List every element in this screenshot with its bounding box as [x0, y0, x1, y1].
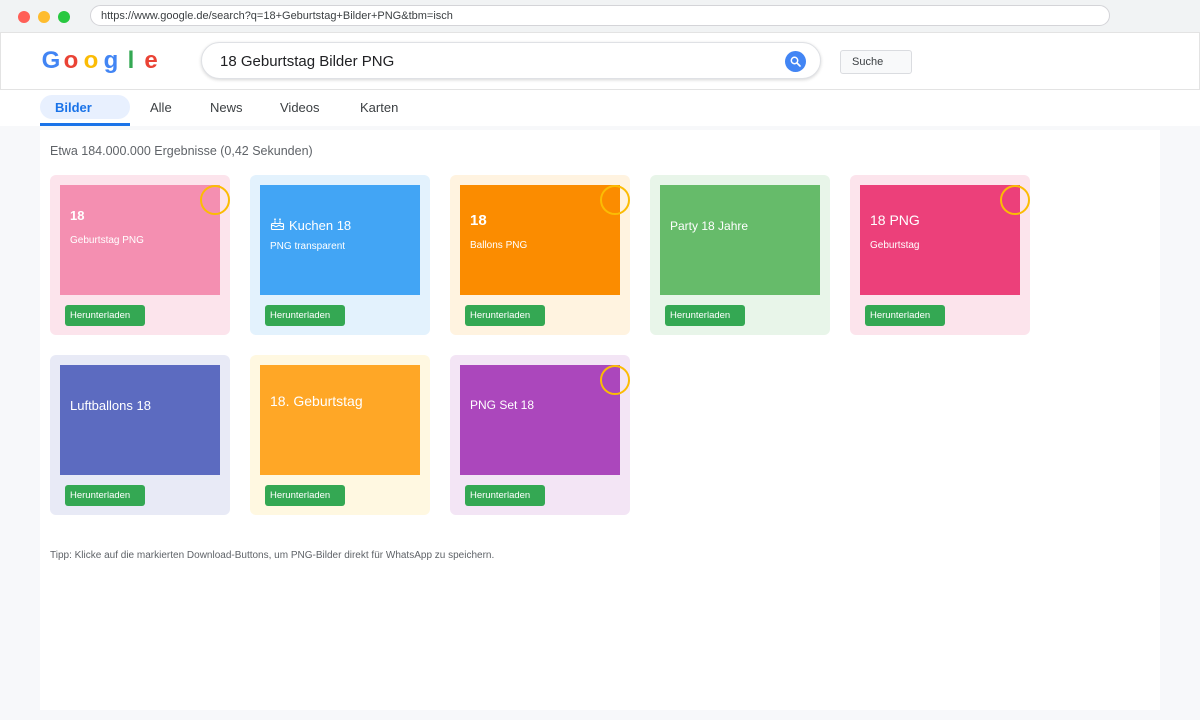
thumbnail-title: Luftballons 18	[70, 398, 151, 413]
logo-letter: G	[41, 47, 61, 74]
result-thumbnail[interactable]: Party 18 Jahre	[660, 185, 820, 295]
thumbnail-subtitle: Geburtstag	[870, 240, 920, 251]
thumbnail-subtitle: Ballons PNG	[470, 240, 528, 251]
download-button[interactable]: Herunterladen	[865, 305, 945, 326]
suche-button[interactable]: Suche	[840, 50, 912, 74]
image-result-card: Kuchen 18 PNG transparent Herunterladen	[250, 175, 430, 335]
thumbnail-title: 18. Geburtstag	[270, 393, 363, 409]
tab-alle[interactable]: Alle	[150, 100, 172, 115]
google-logo[interactable]: Google	[41, 47, 161, 75]
result-stats: Etwa 184.000.000 Ergebnisse (0,42 Sekund…	[50, 144, 313, 158]
image-result-card: 18 Ballons PNG Herunterladen	[450, 175, 630, 335]
download-button[interactable]: Herunterladen	[265, 305, 345, 326]
thumbnail-title: Kuchen 18	[270, 217, 351, 234]
address-bar[interactable]: https://www.google.de/search?q=18+Geburt…	[90, 5, 1110, 26]
image-result-card: 18 Geburtstag PNG Herunterladen	[50, 175, 230, 335]
logo-letter: e	[144, 47, 158, 74]
logo-letter: g	[103, 47, 119, 74]
thumbnail-subtitle: Geburtstag PNG	[70, 235, 144, 246]
maximize-window-button[interactable]	[58, 11, 70, 23]
tip-text: Tipp: Klicke auf die markierten Download…	[50, 550, 495, 561]
thumbnail-title: 18 PNG	[870, 212, 920, 228]
browser-toolbar: https://www.google.de/search?q=18+Geburt…	[0, 0, 1200, 32]
download-button[interactable]: Herunterladen	[65, 485, 145, 506]
image-result-card: Party 18 Jahre Herunterladen	[650, 175, 830, 335]
highlight-marker	[600, 185, 630, 215]
search-box	[201, 42, 821, 79]
result-thumbnail[interactable]: Kuchen 18 PNG transparent	[260, 185, 420, 295]
result-thumbnail[interactable]: 18 Ballons PNG	[460, 185, 620, 295]
logo-letter: o	[83, 47, 99, 74]
tab-news[interactable]: News	[210, 100, 243, 115]
search-icon[interactable]	[785, 51, 806, 72]
highlight-marker	[600, 365, 630, 395]
close-window-button[interactable]	[18, 11, 30, 23]
thumbnail-title: 18	[70, 208, 85, 223]
highlight-marker	[200, 185, 230, 215]
image-result-card: PNG Set 18 Herunterladen	[450, 355, 630, 515]
download-button[interactable]: Herunterladen	[265, 485, 345, 506]
result-thumbnail[interactable]: Luftballons 18	[60, 365, 220, 475]
thumbnail-title-text: Kuchen 18	[289, 218, 352, 233]
logo-letter: o	[63, 47, 79, 74]
download-button[interactable]: Herunterladen	[465, 305, 545, 326]
thumbnail-title: Party 18 Jahre	[670, 219, 749, 233]
image-result-card: 18. Geburtstag Herunterladen	[250, 355, 430, 515]
tab-bilder[interactable]: Bilder	[40, 95, 130, 119]
minimize-window-button[interactable]	[38, 11, 50, 23]
thumbnail-title: 18	[470, 212, 487, 229]
search-input[interactable]	[220, 51, 770, 71]
cake-icon	[270, 217, 285, 234]
active-tab-indicator	[40, 123, 130, 126]
highlight-marker	[1000, 185, 1030, 215]
search-header: Google Suche	[0, 32, 1200, 90]
image-result-card: 18 PNG Geburtstag Herunterladen	[850, 175, 1030, 335]
result-thumbnail[interactable]: 18 PNG Geburtstag	[860, 185, 1020, 295]
download-button[interactable]: Herunterladen	[665, 305, 745, 326]
result-thumbnail[interactable]: PNG Set 18	[460, 365, 620, 475]
thumbnail-title: PNG Set 18	[470, 398, 535, 412]
thumbnail-subtitle: PNG transparent	[270, 241, 346, 252]
result-thumbnail[interactable]: 18. Geburtstag	[260, 365, 420, 475]
image-result-card: Luftballons 18 Herunterladen	[50, 355, 230, 515]
image-results: Etwa 184.000.000 Ergebnisse (0,42 Sekund…	[40, 130, 1160, 710]
tab-karten[interactable]: Karten	[360, 100, 398, 115]
logo-letter: l	[127, 47, 135, 74]
download-button[interactable]: Herunterladen	[65, 305, 145, 326]
search-tabs: Bilder Alle News Videos Karten	[0, 90, 1200, 126]
tab-videos[interactable]: Videos	[280, 100, 320, 115]
result-thumbnail[interactable]: 18 Geburtstag PNG	[60, 185, 220, 295]
download-button[interactable]: Herunterladen	[465, 485, 545, 506]
